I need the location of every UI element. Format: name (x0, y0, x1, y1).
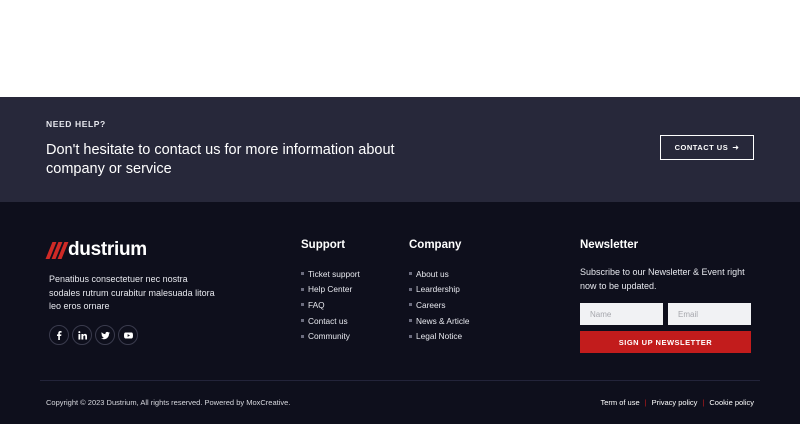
footer-link-label: Ticket support (308, 268, 360, 279)
newsletter-email-input[interactable] (668, 303, 751, 325)
newsletter-name-input[interactable] (580, 303, 663, 325)
footer-link-legal-notice[interactable]: Legal Notice (409, 328, 469, 344)
bullet-icon (409, 319, 412, 323)
newsletter-heading: Newsletter (580, 239, 639, 251)
bullet-icon (409, 272, 412, 276)
brand-about-text: Penatibus consectetuer nec nostra sodale… (49, 274, 215, 311)
contact-us-button[interactable]: CONTACT US ➜ (660, 135, 754, 160)
company-heading: Company (409, 239, 462, 251)
signup-newsletter-button[interactable]: SIGN UP NEWSLETTER (580, 331, 751, 353)
privacy-policy-link[interactable]: Privacy policy (652, 398, 698, 407)
footer-link-news-article[interactable]: News & Article (409, 313, 469, 329)
separator: | (644, 398, 647, 407)
bullet-icon (409, 287, 412, 291)
footer-link-label: Community (308, 331, 350, 342)
bullet-icon (301, 287, 304, 291)
footer-link-help-center[interactable]: Help Center (301, 282, 360, 298)
footer-link-label: Legal Notice (416, 331, 463, 342)
footer-link-contact-us[interactable]: Contact us (301, 313, 360, 329)
footer-link-label: FAQ (308, 299, 325, 310)
term-of-use-link[interactable]: Term of use (600, 398, 639, 407)
footer-link-faq[interactable]: FAQ (301, 297, 360, 313)
copyright-text: Copyright © 2023 Dustrium, All rights re… (46, 398, 291, 407)
bullet-icon (301, 272, 304, 276)
support-links: Ticket support Help Center FAQ Contact u… (301, 266, 360, 344)
logo-mark-icon (45, 241, 69, 259)
footer-link-about-us[interactable]: About us (409, 266, 469, 282)
footer-link-community[interactable]: Community (301, 328, 360, 344)
legal-links: Term of use | Privacy policy | Cookie po… (600, 398, 754, 407)
contact-us-label: CONTACT US (674, 143, 729, 152)
brand-logo[interactable]: dustrium (45, 239, 147, 261)
social-links (49, 325, 138, 345)
separator: | (702, 398, 705, 407)
footer-link-label: Help Center (308, 284, 353, 295)
bullet-icon (301, 334, 304, 338)
footer-link-leadership[interactable]: Leardership (409, 282, 469, 298)
footer-link-ticket-support[interactable]: Ticket support (301, 266, 360, 282)
twitter-icon[interactable] (95, 325, 115, 345)
company-links: About us Leardership Careers News & Arti… (409, 266, 469, 344)
facebook-icon[interactable] (49, 325, 69, 345)
bullet-icon (409, 303, 412, 307)
bullet-icon (409, 334, 412, 338)
help-eyebrow: NEED HELP? (46, 119, 106, 129)
footer-link-label: Leardership (416, 284, 460, 295)
linkedin-icon[interactable] (72, 325, 92, 345)
youtube-icon[interactable] (118, 325, 138, 345)
support-heading: Support (301, 239, 346, 251)
cookie-policy-link[interactable]: Cookie policy (709, 398, 754, 407)
logo-text: dustrium (68, 239, 147, 260)
footer-divider (40, 380, 760, 381)
bullet-icon (301, 319, 304, 323)
footer-link-label: Contact us (308, 315, 348, 326)
help-heading: Don't hesitate to contact us for more in… (46, 142, 395, 177)
footer-link-label: News & Article (416, 315, 470, 326)
arrow-right-icon: ➜ (732, 143, 740, 152)
page-top-area (0, 0, 800, 97)
bullet-icon (301, 303, 304, 307)
footer-link-label: Careers (416, 299, 446, 310)
footer-link-careers[interactable]: Careers (409, 297, 469, 313)
newsletter-text: Subscribe to our Newsletter & Event righ… (580, 267, 745, 291)
footer-link-label: About us (416, 268, 449, 279)
